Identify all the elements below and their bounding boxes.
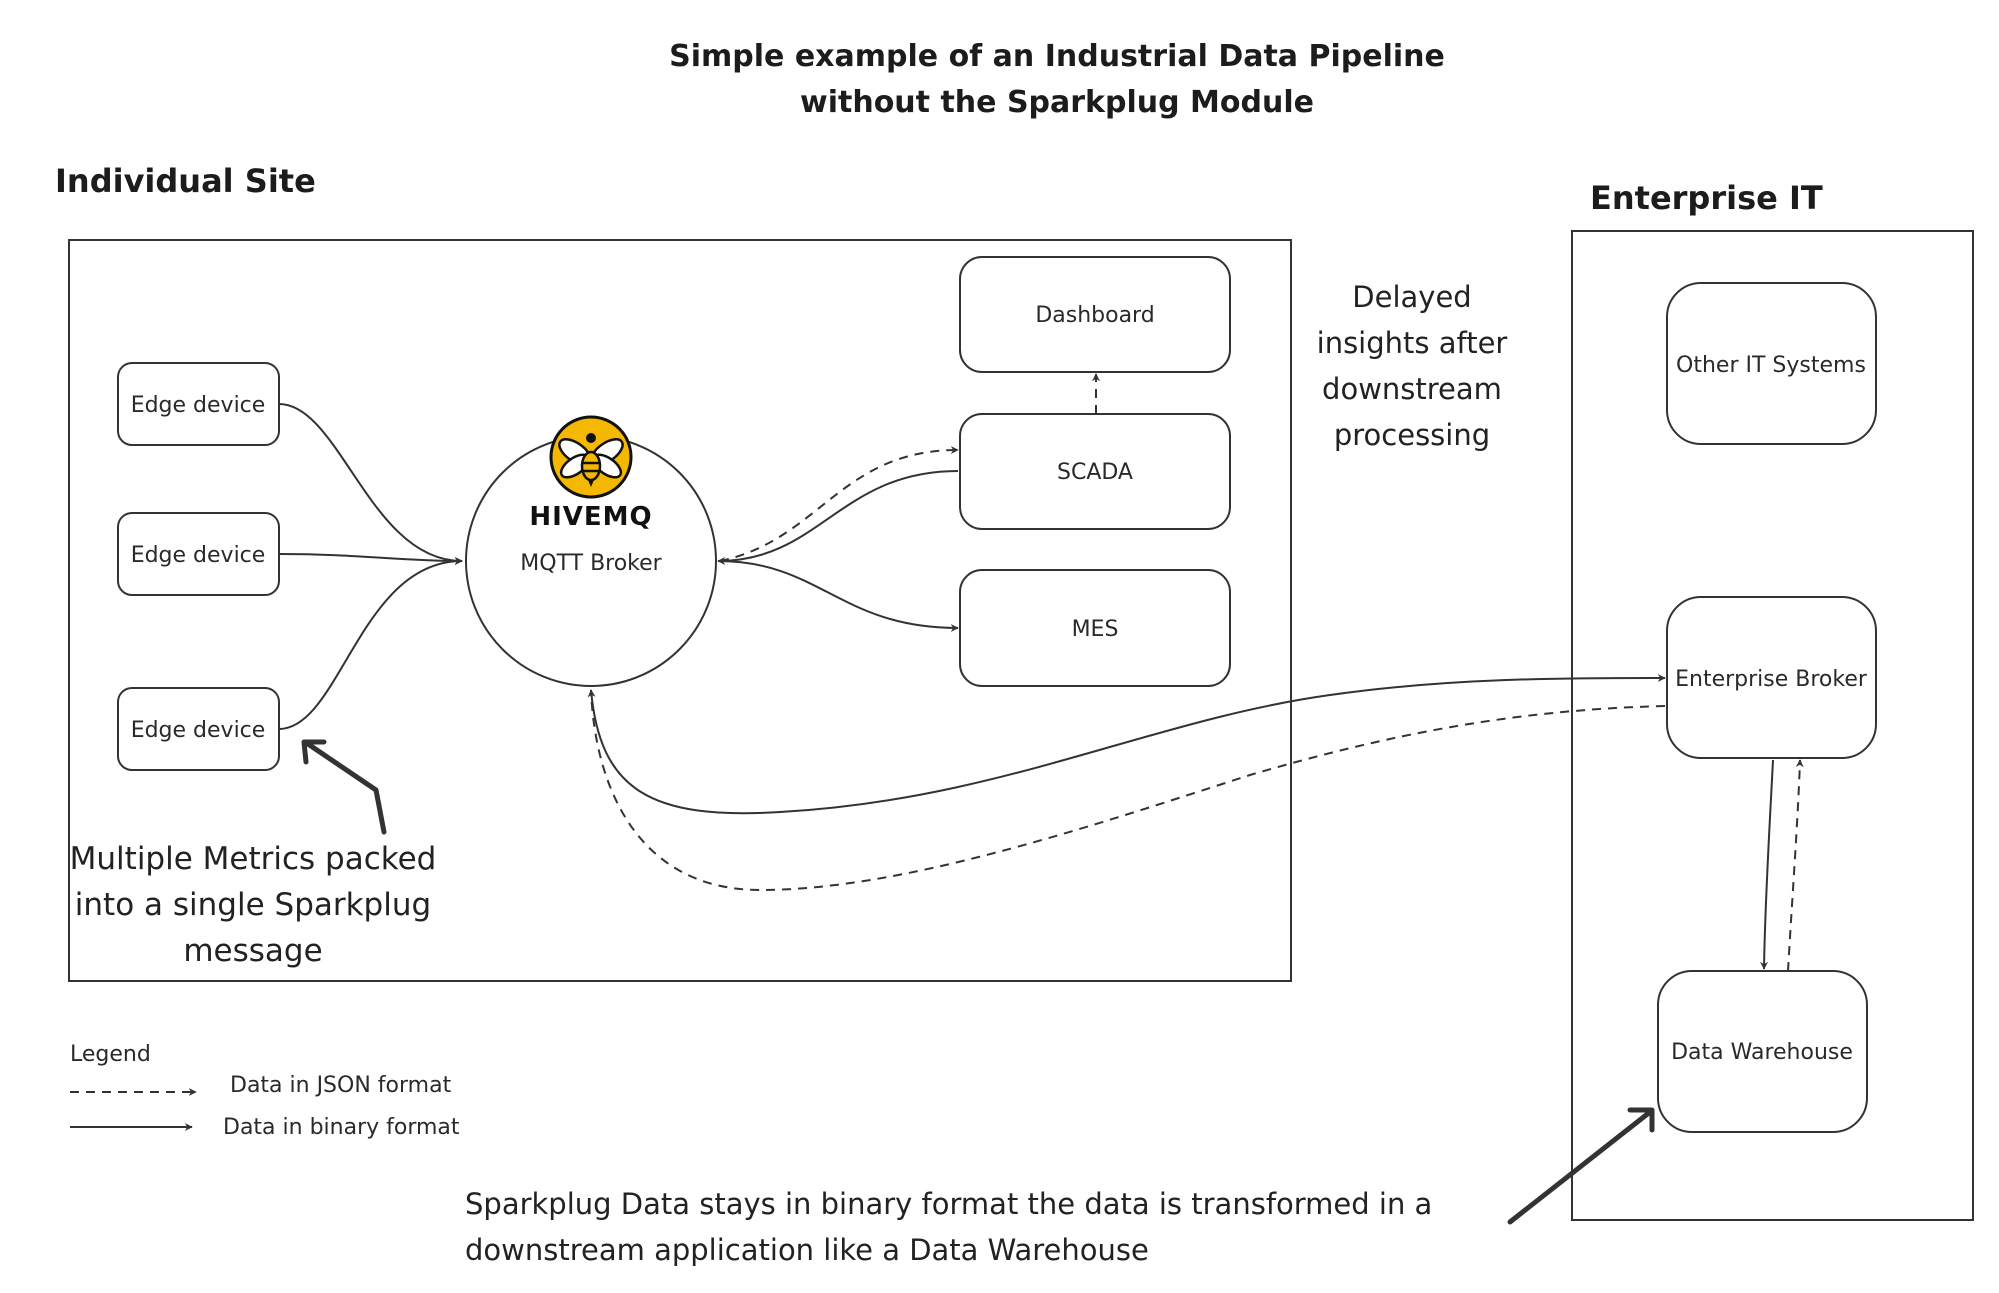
edge-device-label: Edge device <box>131 718 266 743</box>
connector-broker-scada-json <box>719 446 959 562</box>
enterprise-broker-node[interactable]: Enterprise Broker <box>1666 596 1877 759</box>
legend: Legend Data in JSON format Data in binar… <box>70 1042 460 1140</box>
mes-label: MES <box>1072 617 1119 642</box>
hivemq-logo-icon <box>549 415 633 499</box>
pointer-arrow-sparkplug <box>1507 1109 1653 1225</box>
pipeline-diagram: Simple example of an Industrial Data Pip… <box>55 39 1974 1267</box>
annotation-line: processing <box>1334 418 1490 452</box>
connector-warehouse-enterprise-json <box>1787 759 1804 972</box>
data-warehouse-node[interactable]: Data Warehouse <box>1657 970 1868 1133</box>
annotation-line: Multiple Metrics packed <box>70 841 437 877</box>
diagram-title-line2: without the Sparkplug Module <box>800 85 1314 120</box>
sparkplug-annotation: Sparkplug Data stays in binary format th… <box>465 1187 1432 1267</box>
annotation-line: message <box>183 933 322 969</box>
edge-device-node-2[interactable]: Edge device <box>117 512 280 596</box>
hivemq-brand-label: HIVEMQ <box>529 502 652 532</box>
connector-scada-broker-binary <box>717 470 959 565</box>
annotation-line: into a single Sparkplug <box>75 887 431 923</box>
data-warehouse-label: Data Warehouse <box>1671 1040 1853 1065</box>
scada-label: SCADA <box>1057 460 1133 485</box>
dashboard-node[interactable]: Dashboard <box>959 256 1231 373</box>
section-title-enterprise-it: Enterprise IT <box>1590 179 1823 217</box>
edge-device-label: Edge device <box>131 543 266 568</box>
mqtt-broker-node[interactable]: HIVEMQ MQTT Broker <box>465 415 717 687</box>
edge-device-node-1[interactable]: Edge device <box>117 362 280 446</box>
legend-json-label: Data in JSON format <box>230 1073 452 1098</box>
diagram-title-line1: Simple example of an Industrial Data Pip… <box>669 39 1445 74</box>
scada-node[interactable]: SCADA <box>959 413 1231 530</box>
other-it-systems-node[interactable]: Other IT Systems <box>1666 282 1877 445</box>
connector-edge1-broker <box>278 403 463 565</box>
edge-device-node-3[interactable]: Edge device <box>117 687 280 771</box>
annotation-line: downstream application like a Data Wareh… <box>465 1233 1149 1267</box>
connector-edge3-broker <box>278 557 463 730</box>
connector-enterprise-warehouse-binary <box>1760 759 1774 970</box>
annotation-line: downstream <box>1322 372 1502 406</box>
section-title-individual-site: Individual Site <box>55 162 316 200</box>
pointer-arrow-metrics <box>305 741 387 835</box>
dashboard-label: Dashboard <box>1035 303 1154 328</box>
connector-enterprise-broker-json <box>590 689 1666 892</box>
mqtt-broker-label: MQTT Broker <box>520 551 662 576</box>
enterprise-broker-label: Enterprise Broker <box>1675 667 1868 692</box>
mes-node[interactable]: MES <box>959 569 1231 687</box>
legend-binary-label: Data in binary format <box>223 1115 460 1140</box>
annotation-line: Sparkplug Data stays in binary format th… <box>465 1187 1432 1221</box>
annotation-line: Delayed <box>1352 280 1471 314</box>
delayed-insights-annotation: Delayed insights after downstream proces… <box>1317 280 1508 452</box>
connector-broker-mes <box>717 560 959 632</box>
connector-broker-enterprise-binary <box>587 674 1666 815</box>
annotation-line: insights after <box>1317 326 1508 360</box>
edge-device-label: Edge device <box>131 393 266 418</box>
legend-title: Legend <box>70 1042 151 1067</box>
metrics-annotation: Multiple Metrics packed into a single Sp… <box>70 841 437 969</box>
other-it-systems-label: Other IT Systems <box>1676 353 1866 378</box>
